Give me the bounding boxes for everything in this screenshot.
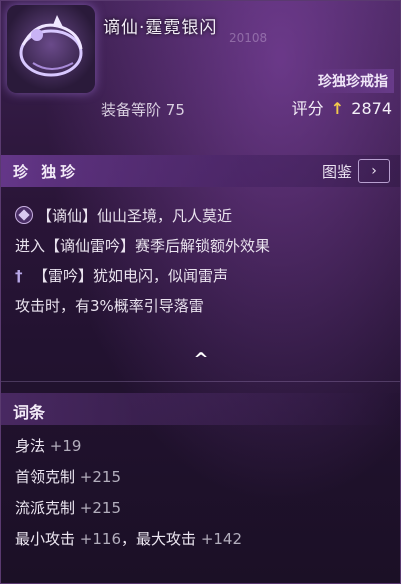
gem-icon: [15, 206, 33, 224]
affix-name: 最大攻击: [136, 530, 197, 548]
arrow-up-icon: ↑: [330, 99, 345, 118]
equip-level-value: 75: [165, 101, 185, 119]
effect-line: † 【雷吟】犹如电闪，似闻雷声: [15, 261, 395, 291]
affix-row: 首领克制 +215: [15, 462, 395, 493]
ring-item-icon: [7, 5, 95, 93]
item-header: 谪仙·霆霓银闪 20108 珍独珍戒指 装备等阶 75 评分 ↑ 2874: [1, 1, 400, 151]
affix-row: 身法 +19: [15, 431, 395, 462]
affix-row: 最小攻击 +116，最大攻击 +142: [15, 524, 395, 555]
affix-value: +142: [200, 530, 243, 548]
effect-text: 进入【谪仙雷吟】赛季后解锁额外效果: [15, 237, 271, 255]
affix-name: 身法: [15, 437, 46, 455]
rarity-bar: 珍 独珍 图鉴 ›: [1, 155, 400, 187]
equip-level: 装备等阶 75: [101, 99, 185, 120]
score-value: 2874: [351, 99, 392, 118]
affix-value: +215: [79, 468, 121, 486]
effect-line: 进入【谪仙雷吟】赛季后解锁额外效果: [15, 231, 395, 261]
score-label: 评分: [291, 99, 324, 118]
atlas-label: 图鉴: [321, 162, 352, 181]
equip-level-label: 装备等阶: [101, 101, 162, 119]
chevron-right-icon: ›: [358, 159, 390, 183]
effect-text: 攻击时，有3%概率引导落雷: [15, 297, 204, 315]
divider: [1, 381, 400, 382]
affix-name: 最小攻击: [15, 530, 76, 548]
affix-list: 身法 +19 首领克制 +215 流派克制 +215 最小攻击 +116，最大攻…: [15, 431, 395, 555]
item-tooltip-panel: 谪仙·霆霓银闪 20108 珍独珍戒指 装备等阶 75 评分 ↑ 2874 珍 …: [0, 0, 401, 584]
affix-title: 词条: [13, 403, 46, 422]
effect-line: 【谪仙】仙山圣境，凡人莫近: [15, 201, 395, 231]
effect-text: 【雷吟】犹如电闪，似闻雷声: [33, 267, 229, 285]
affix-section-header: 词条: [1, 393, 400, 425]
affix-row: 流派克制 +215: [15, 493, 395, 524]
score: 评分 ↑ 2874: [292, 95, 392, 119]
item-name: 谪仙·霆霓银闪: [103, 18, 218, 38]
effect-text: 【谪仙】仙山圣境，凡人莫近: [37, 207, 233, 225]
atlas-button[interactable]: 图鉴 ›: [322, 159, 390, 183]
affix-value: +19: [49, 437, 82, 455]
affix-separator: ，: [121, 530, 137, 548]
affix-name: 首领克制: [15, 468, 76, 486]
effect-line: 攻击时，有3%概率引导落雷: [15, 291, 395, 321]
affix-name: 流派克制: [15, 499, 76, 517]
affix-value: +215: [79, 499, 121, 517]
cross-icon: †: [15, 267, 23, 285]
affix-value: +116: [79, 530, 121, 548]
background-code-text: 20108: [229, 31, 268, 45]
effects-list: 【谪仙】仙山圣境，凡人莫近 进入【谪仙雷吟】赛季后解锁额外效果 † 【雷吟】犹如电…: [15, 201, 395, 321]
rarity-badge: 珍独珍戒指: [312, 69, 394, 93]
chevron-up-icon[interactable]: ^: [187, 349, 215, 371]
rarity-title: 珍 独珍: [13, 163, 80, 181]
